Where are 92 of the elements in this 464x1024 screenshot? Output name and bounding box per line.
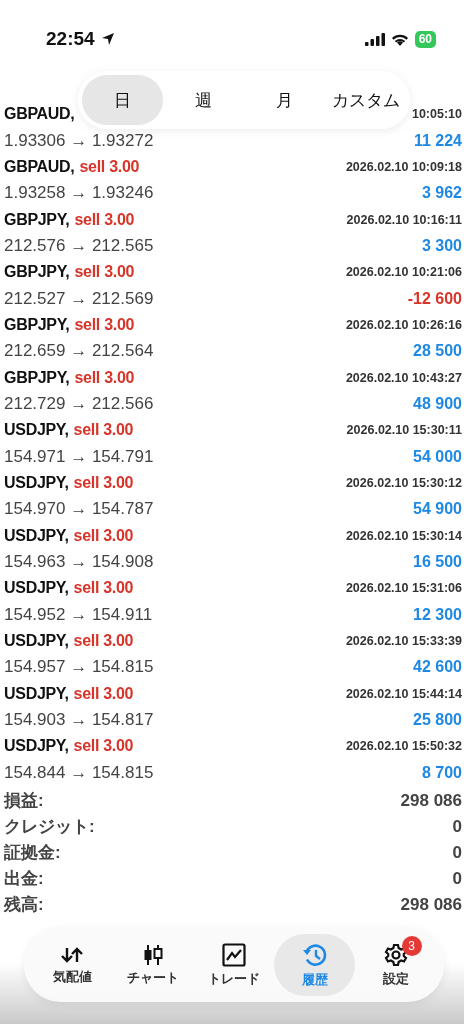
symbol-label: GBPAUD, [4,157,75,176]
price-range-label: 154.903 → 154.817 [4,710,154,731]
profit-value: 54 900 [413,500,462,519]
timestamp-label: 2026.02.10 10:21:06 [345,265,462,280]
symbol-label: USDJPY, [4,737,69,756]
line-chart-icon [222,942,246,967]
summary-value: 0 [452,842,462,863]
summary-value: 298 086 [400,790,462,811]
order-side-label: sell 3.00 [73,684,134,703]
order-side-label: sell 3.00 [73,632,134,651]
symbol-label: USDJPY, [4,421,69,440]
price-range-label: 1.93258 → 1.93246 [4,183,154,204]
price-range-label: 212.729 → 212.566 [4,393,154,414]
price-range-label: 154.971 → 154.791 [4,446,154,467]
summary-value: 298 086 [400,894,462,915]
profit-value: 42 600 [413,658,462,677]
summary-label: 出金: [4,868,44,891]
period-tab[interactable]: 月 [244,75,325,125]
price-range-label: 154.970 → 154.787 [4,499,154,520]
settings-icon [383,942,408,967]
symbol-label: GBPAUD, [4,105,75,124]
period-tab[interactable]: カスタム [325,75,406,125]
profit-value: 48 900 [413,394,462,413]
profit-value: 28 500 [413,342,462,361]
nav-tab[interactable]: トレード [193,934,275,996]
period-tab[interactable]: 週 [163,75,244,125]
profit-value: 12 300 [413,605,462,624]
candlestick-icon [142,943,165,966]
symbol-label: USDJPY, [4,474,69,492]
nav-tab[interactable]: チャート [112,934,194,996]
timestamp-label: 2026.02.10 10:43:27 [345,370,462,385]
summary-label: 損益: [4,790,44,813]
order-side-label: sell 3.00 [73,579,134,598]
timestamp-label: 2026.02.10 15:50:32 [345,739,462,754]
nav-tab[interactable]: 気配値 [32,934,113,996]
history-icon [301,941,328,968]
timestamp-label: 10:05:10 [411,107,462,122]
wifi-icon [390,32,409,46]
timestamp-label: 2026.02.10 10:26:16 [345,317,462,332]
symbol-label: GBPJPY, [4,263,70,282]
order-side-label: sell 3.00 [74,263,135,282]
order-side-label: sell 3.00 [73,474,134,492]
profit-value: 16 500 [413,553,462,571]
price-range-label: 154.963 → 154.908 [4,552,154,572]
price-range-label: 154.844 → 154.815 [4,762,154,783]
symbol-label: GBPJPY, [4,368,70,387]
timestamp-label: 2026.02.10 15:30:14 [345,528,462,543]
timestamp-label: 2026.02.10 10:16:11 [346,212,462,227]
profit-value: -12 600 [407,289,462,308]
price-range-label: 1.93306 → 1.93272 [4,130,154,151]
order-side-label: sell 3.00 [74,210,135,229]
timestamp-label: 2026.02.10 15:30:12 [345,476,462,490]
price-range-label: 154.957 → 154.815 [4,657,154,678]
profit-value: 3 962 [421,184,462,203]
profit-value: 3 300 [421,236,462,255]
location-arrow-icon [100,32,115,46]
battery-indicator: 60 [414,30,436,48]
price-range-label: 212.527 → 212.569 [4,288,154,309]
profit-value: 54 000 [413,447,462,466]
notification-badge: 3 [401,936,422,956]
profit-value: 8 700 [421,763,462,782]
summary-label: 残高: [4,894,44,917]
symbol-label: USDJPY, [4,684,69,703]
symbol-label: USDJPY, [4,526,69,545]
profit-value: 11 224 [413,131,462,150]
summary-value: 0 [452,868,462,889]
summary-label: 証拠金: [4,842,61,865]
order-side-label: sell 3.00 [73,526,134,545]
price-range-label: 212.659 → 212.564 [4,341,154,362]
timestamp-label: 2026.02.10 10:09:18 [345,159,462,174]
timestamp-label: 2026.02.10 15:31:06 [345,581,462,596]
symbol-label: USDJPY, [4,632,69,651]
timestamp-label: 2026.02.10 15:44:14 [345,686,462,701]
price-range-label: 154.952 → 154.911 [4,604,153,625]
nav-tab[interactable]: 設定 3 [355,934,436,996]
period-tab[interactable]: 日 [82,75,163,125]
profit-value: 25 800 [413,711,462,730]
symbol-label: USDJPY, [4,579,69,598]
order-side-label: sell 3.00 [73,421,134,440]
order-side-label: sell 3.00 [73,737,134,756]
order-side-label: sell 3.00 [79,157,140,176]
summary-label: クレジット: [4,816,95,839]
timestamp-label: 2026.02.10 15:30:11 [346,423,462,438]
signal-icon [364,32,385,46]
order-side-label: sell 3.00 [74,315,135,334]
symbol-label: GBPJPY, [4,315,70,334]
order-side-label: sell 3.00 [74,368,135,387]
symbol-label: GBPJPY, [4,210,70,229]
timestamp-label: 2026.02.10 15:33:39 [345,634,462,649]
clock-time: 22:54 [46,28,95,50]
price-range-label: 212.576 → 212.565 [4,235,154,256]
summary-value: 0 [452,816,462,837]
